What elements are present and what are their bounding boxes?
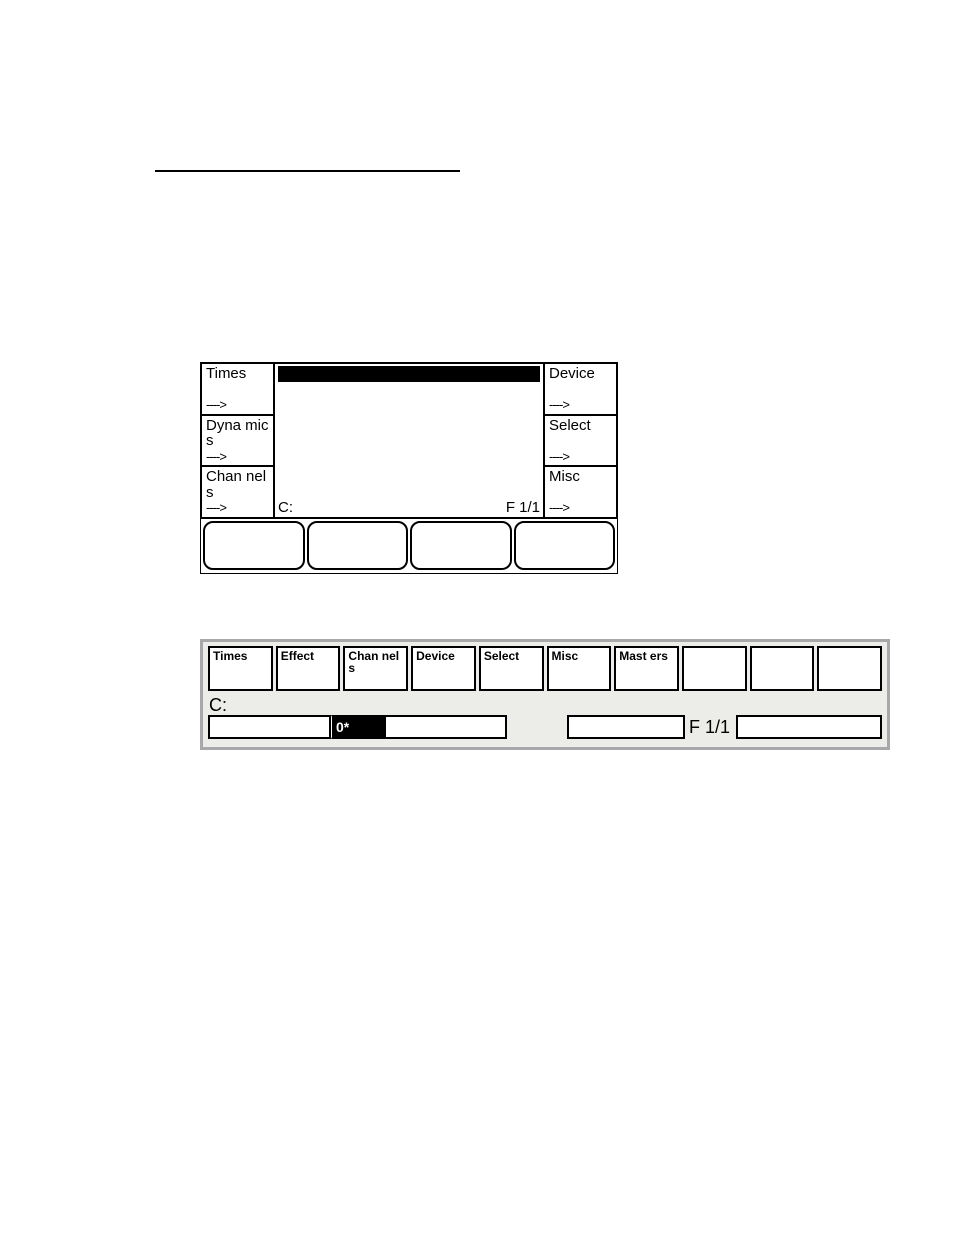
display-area: C: F 1/1 xyxy=(274,362,544,519)
touch-btn-label: Misc xyxy=(552,649,579,663)
arrow-icon: ----> xyxy=(549,501,613,515)
softkey-label: Device xyxy=(549,366,613,398)
softkey-right-column: Device ----> Select ----> Misc ----> xyxy=(544,363,617,518)
touch-btn-label: Device xyxy=(416,649,455,663)
bottom-softkey-2[interactable] xyxy=(307,521,409,570)
zero-label: 0* xyxy=(336,719,349,735)
softkey-left-column: Times ----> Dyna mics ----> Chan nels --… xyxy=(201,363,274,518)
touch-btn-select[interactable]: Select xyxy=(479,646,544,691)
arrow-icon: ----> xyxy=(549,450,613,464)
page-indicator: F 1/1 xyxy=(506,499,540,516)
bottom-softkey-4[interactable] xyxy=(514,521,616,570)
bottom-softkey-3[interactable] xyxy=(410,521,512,570)
softkey-select[interactable]: Select ----> xyxy=(543,414,618,468)
input-field-3[interactable] xyxy=(567,715,685,739)
page-indicator: F 1/1 xyxy=(685,717,736,738)
bottom-softkey-row xyxy=(201,518,617,573)
touch-btn-empty-1[interactable] xyxy=(682,646,747,691)
display-cursor-bar xyxy=(278,366,540,382)
touch-btn-misc[interactable]: Misc xyxy=(547,646,612,691)
touch-btn-label: Effect xyxy=(281,649,314,663)
input-field-2[interactable] xyxy=(384,715,507,739)
touch-btn-channels[interactable]: Chan nels xyxy=(343,646,408,691)
command-prompt-label: C: xyxy=(208,691,882,713)
input-field-1[interactable] xyxy=(208,715,331,739)
softkey-misc[interactable]: Misc ----> xyxy=(543,465,618,519)
touch-btn-label: Mast ers xyxy=(619,649,668,663)
command-prompt-label: C: xyxy=(278,499,293,516)
softkey-dynamics[interactable]: Dyna mics ----> xyxy=(200,414,275,468)
touch-btn-empty-2[interactable] xyxy=(750,646,815,691)
touch-btn-label: Select xyxy=(484,649,519,663)
touchscreen-panel: Times Effect Chan nels Device Select Mis… xyxy=(200,639,890,750)
softkey-label: Times xyxy=(206,366,270,398)
softkey-label: Misc xyxy=(549,469,613,501)
arrow-icon: ----> xyxy=(206,398,270,412)
touch-btn-times[interactable]: Times xyxy=(208,646,273,691)
arrow-icon: ----> xyxy=(206,450,270,464)
touch-btn-label: Times xyxy=(213,649,247,663)
input-field-4[interactable] xyxy=(736,715,882,739)
touch-btn-empty-3[interactable] xyxy=(817,646,882,691)
zero-indicator: 0* xyxy=(331,715,386,739)
touch-btn-device[interactable]: Device xyxy=(411,646,476,691)
touch-btn-label: Chan nels xyxy=(348,649,399,675)
touch-btn-masters[interactable]: Mast ers xyxy=(614,646,679,691)
softkey-panel: Times ----> Dyna mics ----> Chan nels --… xyxy=(200,362,618,574)
arrow-icon: ----> xyxy=(549,398,613,412)
bottom-softkey-1[interactable] xyxy=(203,521,305,570)
command-input-row: 0* F 1/1 xyxy=(208,713,882,741)
softkey-label: Select xyxy=(549,418,613,450)
touch-btn-effect[interactable]: Effect xyxy=(276,646,341,691)
softkey-label: Chan nels xyxy=(206,469,270,501)
softkey-times[interactable]: Times ----> xyxy=(200,362,275,416)
softkey-device[interactable]: Device ----> xyxy=(543,362,618,416)
horizontal-rule xyxy=(155,170,460,172)
arrow-icon: ----> xyxy=(206,501,270,515)
touch-button-row: Times Effect Chan nels Device Select Mis… xyxy=(208,646,882,691)
softkey-channels[interactable]: Chan nels ----> xyxy=(200,465,275,519)
softkey-label: Dyna mics xyxy=(206,418,270,450)
